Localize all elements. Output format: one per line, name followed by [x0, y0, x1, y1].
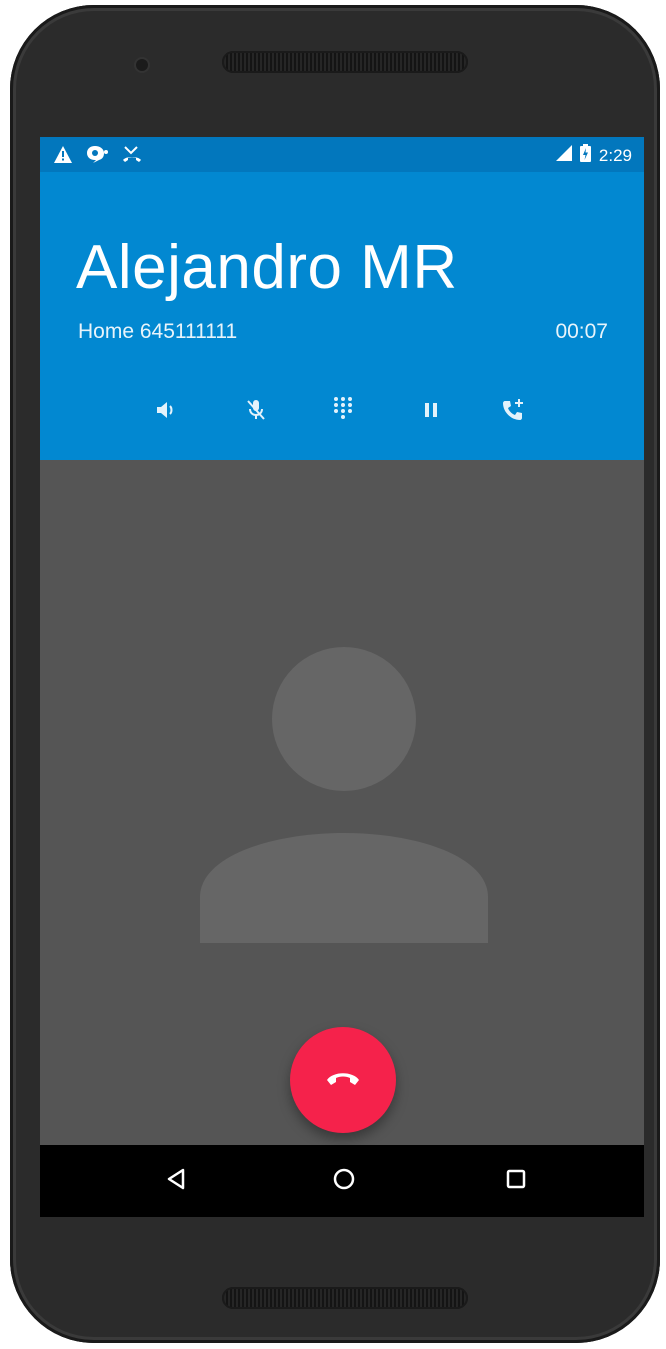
back-icon — [166, 1168, 186, 1195]
call-header: Alejandro MR Home 645111111 00:07 — [40, 172, 644, 460]
nav-home-button[interactable] — [322, 1159, 366, 1203]
end-call-button[interactable] — [290, 1027, 396, 1133]
dialpad-icon — [332, 396, 354, 429]
recents-icon — [506, 1169, 526, 1194]
add-call-icon — [501, 398, 525, 427]
call-duration: 00:07 — [555, 320, 608, 343]
nav-recents-button[interactable] — [494, 1159, 538, 1203]
front-camera — [136, 59, 148, 71]
home-icon — [333, 1168, 355, 1195]
nav-back-button[interactable] — [154, 1159, 198, 1203]
top-speaker-grille — [222, 51, 468, 73]
status-time: 2:29 — [598, 145, 632, 165]
bottom-speaker-grille — [222, 1287, 468, 1309]
signal-icon — [555, 145, 572, 166]
phone-screen: 2:29 Alejandro MR Home 645111111 00:07 — [40, 137, 644, 1217]
add-call-button[interactable] — [491, 392, 535, 432]
hang-up-icon — [325, 1070, 361, 1091]
caller-name: Alejandro MR — [76, 233, 458, 302]
chat-bubble-icon — [86, 145, 108, 168]
in-call-controls — [40, 392, 644, 432]
mute-mic-icon — [245, 398, 267, 427]
contact-avatar-placeholder — [200, 647, 488, 943]
mute-button[interactable] — [234, 392, 278, 432]
dialpad-button[interactable] — [321, 392, 365, 432]
hold-button[interactable] — [409, 392, 453, 432]
status-notifications — [54, 145, 142, 168]
warning-icon — [54, 145, 72, 168]
navigation-bar — [40, 1145, 644, 1217]
status-system: 2:29 — [555, 144, 632, 167]
battery-icon — [579, 144, 591, 167]
missed-call-icon — [122, 145, 142, 168]
status-bar: 2:29 — [40, 137, 644, 172]
speaker-button[interactable] — [144, 392, 188, 432]
pause-icon — [422, 400, 440, 425]
speaker-icon — [155, 399, 177, 426]
caller-number-label: Home 645111111 — [78, 320, 238, 343]
